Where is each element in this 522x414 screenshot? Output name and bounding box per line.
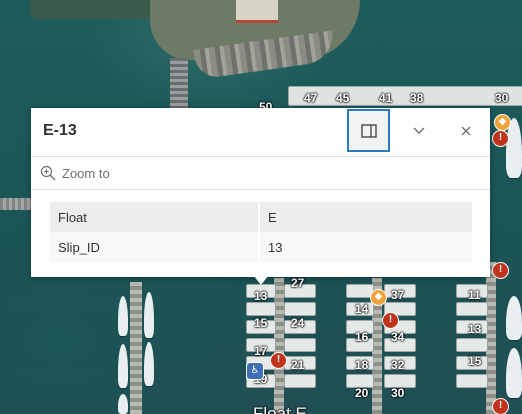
slip-number[interactable]: 13 bbox=[468, 322, 481, 336]
slip bbox=[456, 302, 488, 316]
slip-number[interactable]: 14 bbox=[355, 302, 368, 316]
left-pier bbox=[0, 198, 34, 210]
attribute-field: Float bbox=[50, 202, 260, 232]
close-icon bbox=[461, 126, 471, 136]
dock-side-icon bbox=[360, 123, 377, 138]
guest-dock bbox=[130, 282, 142, 414]
slip-number[interactable]: 30 bbox=[495, 91, 508, 105]
boat bbox=[506, 348, 522, 398]
slip-number[interactable]: 13 bbox=[254, 289, 267, 303]
collapse-popup-button[interactable] bbox=[396, 108, 442, 154]
fire-extinguisher-icon[interactable]: ! bbox=[382, 312, 399, 329]
boat bbox=[144, 292, 154, 338]
slip-number[interactable]: 27 bbox=[291, 276, 304, 290]
slip-number[interactable]: 16 bbox=[355, 330, 368, 344]
attribute-value: 13 bbox=[259, 232, 472, 262]
restroom-icon[interactable]: ♿ bbox=[246, 362, 264, 380]
fire-extinguisher-icon[interactable]: ! bbox=[492, 262, 509, 279]
slip-number[interactable]: 17 bbox=[254, 344, 267, 358]
zoom-to-icon bbox=[40, 165, 56, 181]
fire-extinguisher-icon[interactable]: ! bbox=[492, 130, 509, 147]
slip bbox=[456, 374, 488, 388]
slip-number[interactable]: 11 bbox=[468, 288, 481, 302]
walkway-pier bbox=[170, 58, 188, 110]
fuel-station-icon[interactable]: ◆ bbox=[494, 114, 511, 131]
zoom-to-action[interactable]: Zoom to bbox=[31, 157, 490, 190]
boat bbox=[118, 394, 128, 414]
boat bbox=[118, 344, 128, 388]
feature-popup: E-13 Zoom to Float E Slip_ID 13 bbox=[31, 108, 490, 277]
slip-number[interactable]: 15 bbox=[254, 316, 267, 330]
dock-popup-button[interactable] bbox=[347, 109, 390, 152]
slip-number[interactable]: 18 bbox=[355, 358, 368, 372]
attribute-value: E bbox=[259, 202, 472, 232]
slip bbox=[246, 302, 276, 316]
boat bbox=[506, 296, 522, 340]
slip-number[interactable]: 32 bbox=[391, 358, 404, 372]
slip-number[interactable]: 24 bbox=[291, 316, 304, 330]
table-row: Float E bbox=[50, 202, 472, 232]
slip-number[interactable]: 41 bbox=[379, 91, 392, 105]
popup-pointer bbox=[254, 276, 268, 285]
slip bbox=[284, 374, 316, 388]
slip-number[interactable]: 47 bbox=[304, 91, 317, 105]
slip bbox=[284, 338, 316, 352]
slip-number[interactable]: 30 bbox=[391, 386, 404, 400]
boat bbox=[118, 296, 128, 336]
top-dock bbox=[288, 86, 522, 106]
zoom-to-label: Zoom to bbox=[62, 165, 110, 181]
fire-extinguisher-icon[interactable]: ! bbox=[492, 398, 509, 414]
float-label: Float E bbox=[253, 404, 307, 414]
attribute-field: Slip_ID bbox=[50, 232, 260, 262]
chevron-down-icon bbox=[413, 127, 425, 134]
attribute-table: Float E Slip_ID 13 bbox=[50, 202, 472, 262]
slip-number[interactable]: 20 bbox=[355, 386, 368, 400]
boat bbox=[144, 342, 154, 386]
fuel-station-icon[interactable]: ◆ bbox=[370, 289, 387, 306]
table-row: Slip_ID 13 bbox=[50, 232, 472, 262]
slip-number[interactable]: 21 bbox=[291, 358, 304, 372]
popup-title: E-13 bbox=[43, 122, 77, 139]
slip-number[interactable]: 15 bbox=[468, 354, 481, 368]
slip bbox=[284, 302, 316, 316]
popup-header: E-13 bbox=[31, 108, 490, 157]
building-roof bbox=[236, 0, 278, 23]
slip bbox=[456, 338, 488, 352]
slip-number[interactable]: 45 bbox=[336, 91, 349, 105]
slip-number[interactable]: 37 bbox=[391, 288, 404, 302]
close-popup-button[interactable] bbox=[443, 108, 489, 154]
slip-number[interactable]: 34 bbox=[391, 330, 404, 344]
fire-extinguisher-icon[interactable]: ! bbox=[270, 352, 287, 369]
slip-number[interactable]: 38 bbox=[410, 91, 423, 105]
